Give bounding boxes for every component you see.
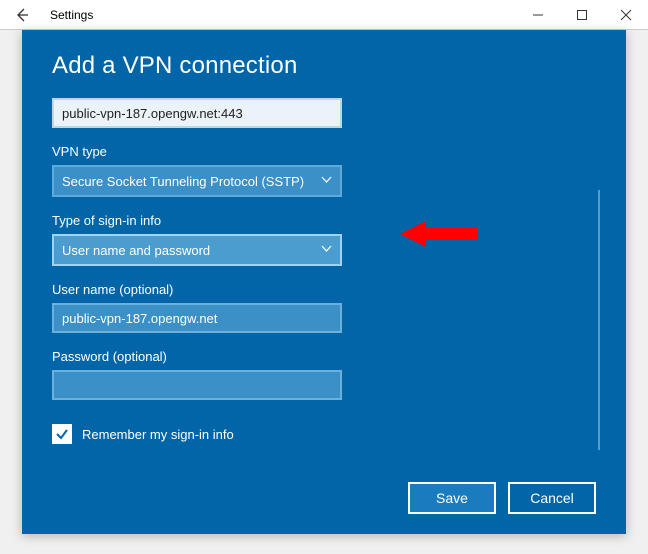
remember-checkbox[interactable] <box>52 424 72 444</box>
chevron-down-icon <box>321 243 332 257</box>
signin-type-value: User name and password <box>62 243 210 258</box>
vpn-type-select[interactable]: Secure Socket Tunneling Protocol (SSTP) <box>52 165 342 197</box>
close-button[interactable] <box>604 0 648 30</box>
signin-type-select[interactable]: User name and password <box>52 234 342 266</box>
scrollbar[interactable] <box>598 190 600 450</box>
server-name-input[interactable]: public-vpn-187.opengw.net:443 <box>52 98 342 128</box>
signin-type-label: Type of sign-in info <box>52 213 472 228</box>
vpn-type-value: Secure Socket Tunneling Protocol (SSTP) <box>62 174 304 189</box>
form-area: public-vpn-187.opengw.net:443 VPN type S… <box>52 98 596 474</box>
minimize-button[interactable] <box>516 0 560 30</box>
save-label: Save <box>436 490 468 506</box>
server-name-value: public-vpn-187.opengw.net:443 <box>62 106 243 121</box>
username-input[interactable]: public-vpn-187.opengw.net <box>52 303 342 333</box>
username-label: User name (optional) <box>52 282 472 297</box>
cancel-button[interactable]: Cancel <box>508 482 596 514</box>
cancel-label: Cancel <box>530 490 574 506</box>
remember-signin-row: Remember my sign-in info <box>52 424 472 444</box>
maximize-button[interactable] <box>560 0 604 30</box>
password-input[interactable] <box>52 370 342 400</box>
chevron-down-icon <box>321 174 332 188</box>
titlebar: Settings <box>0 0 648 30</box>
vpn-type-label: VPN type <box>52 144 472 159</box>
add-vpn-panel: Add a VPN connection public-vpn-187.open… <box>22 30 626 534</box>
panel-heading: Add a VPN connection <box>52 52 596 80</box>
window-title: Settings <box>44 8 93 22</box>
remember-label: Remember my sign-in info <box>82 427 234 442</box>
password-label: Password (optional) <box>52 349 472 364</box>
save-button[interactable]: Save <box>408 482 496 514</box>
button-row: Save Cancel <box>52 482 596 514</box>
username-value: public-vpn-187.opengw.net <box>62 311 217 326</box>
back-button[interactable] <box>0 0 44 30</box>
